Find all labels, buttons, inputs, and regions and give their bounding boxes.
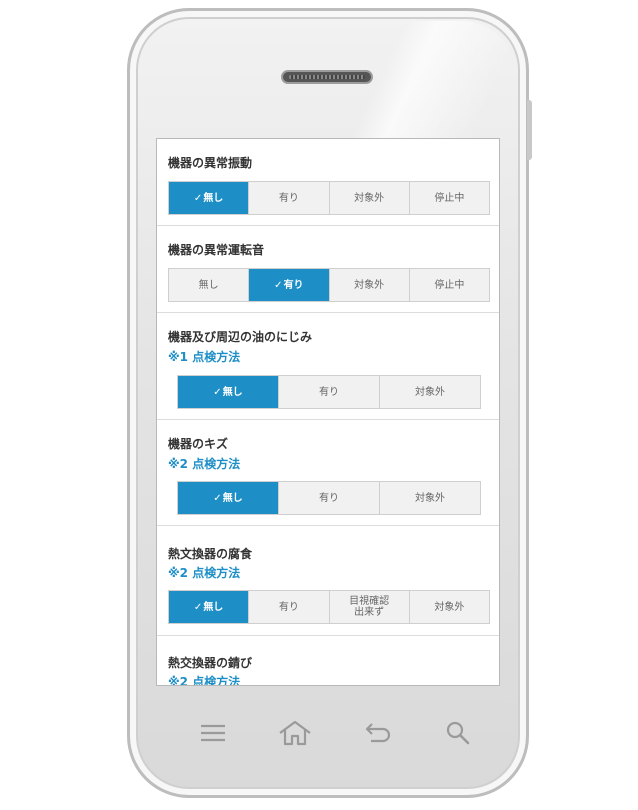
option-yes[interactable]: 有り [249, 182, 330, 214]
option-yes[interactable]: 有り [249, 591, 330, 623]
search-icon[interactable] [444, 718, 472, 748]
check-item-heat-exchanger-corrosion: 熱文換器の腐食 ※2 点検方法 ✓ 無し 有り 目視確認 出来ず 対象外 [157, 526, 499, 636]
option-none[interactable]: ✓ 無し [169, 182, 250, 214]
option-label: 有り [278, 192, 299, 204]
inspection-method-link[interactable]: ※2 点検方法 [168, 564, 240, 581]
item-title: 熱文換器の腐食 [168, 547, 253, 561]
option-label: 有り [319, 492, 339, 504]
check-icon: ✓ [193, 601, 203, 613]
item-title: 機器の異常運転音 [168, 243, 265, 257]
check-icon: ✓ [213, 386, 222, 398]
phone-side-button [527, 100, 532, 160]
item-title: 機器及び周辺の油のにじみ [168, 330, 313, 344]
option-yes[interactable]: 有り [279, 376, 380, 408]
option-label: 対象外 [434, 601, 465, 613]
check-icon: ✓ [193, 192, 203, 204]
option-label: 停止中 [434, 279, 465, 291]
option-label: 有り [319, 386, 339, 398]
option-label: 停止中 [434, 192, 465, 204]
option-cannot-visually-confirm[interactable]: 目視確認 出来ず [330, 591, 410, 623]
option-selector: ✓ 無し 有り 対象外 [177, 375, 481, 409]
inspection-method-link[interactable]: ※1 点検方法 [168, 348, 240, 365]
option-stopped[interactable]: 停止中 [410, 182, 489, 214]
option-not-applicable[interactable]: 対象外 [410, 591, 489, 623]
check-item-scratches: 機器のキズ ※2 点検方法 ✓ 無し 有り 対象外 [157, 420, 499, 526]
option-label: 無し [198, 279, 219, 291]
option-label: 対象外 [415, 492, 445, 504]
option-label-line-2: 出来ず [354, 607, 385, 618]
check-icon: ✓ [274, 279, 283, 291]
item-title: 機器のキズ [168, 437, 229, 451]
option-label: 対象外 [354, 192, 385, 204]
check-icon: ✓ [213, 492, 222, 504]
option-selector: ✓ 無し 有り 対象外 [177, 481, 481, 515]
option-selector: 無し ✓ 有り 対象外 停止中 [168, 268, 490, 302]
option-not-applicable[interactable]: 対象外 [330, 182, 410, 214]
check-item-abnormal-vibration: 機器の異常振動 ✓ 無し 有り 対象外 停止中 [157, 139, 499, 226]
option-label-two-line: 目視確認 出来ず [349, 596, 389, 618]
option-none[interactable]: 無し [169, 269, 250, 301]
option-selector: ✓ 無し 有り 対象外 停止中 [168, 181, 490, 215]
option-not-applicable[interactable]: 対象外 [330, 269, 410, 301]
option-label: 無し [222, 386, 243, 398]
inspection-method-link[interactable]: ※2 点検方法 [168, 455, 240, 472]
check-item-oil-seepage: 機器及び周辺の油のにじみ ※1 点検方法 ✓ 無し 有り 対象外 [157, 313, 499, 420]
phone-speaker [281, 70, 373, 84]
option-none[interactable]: ✓ 無し [169, 591, 250, 623]
option-label: 対象外 [415, 386, 445, 398]
menu-icon[interactable] [198, 718, 228, 748]
option-yes[interactable]: ✓ 有り [249, 269, 330, 301]
option-yes[interactable]: 有り [279, 482, 380, 514]
option-not-applicable[interactable]: 対象外 [380, 482, 480, 514]
option-selector: ✓ 無し 有り 目視確認 出来ず 対象外 [168, 590, 490, 624]
item-title: 熱交換器の錆び [168, 656, 253, 670]
option-label: 有り [278, 601, 299, 613]
option-label-line-1: 目視確認 [349, 596, 390, 607]
option-stopped[interactable]: 停止中 [410, 269, 489, 301]
check-item-heat-exchanger-rust: 熱交換器の錆び ※2 点検方法 [157, 636, 499, 685]
check-item-abnormal-noise: 機器の異常運転音 無し ✓ 有り 対象外 停止中 [157, 226, 499, 313]
inspection-method-link[interactable]: ※2 点検方法 [168, 673, 240, 685]
option-not-applicable[interactable]: 対象外 [380, 376, 480, 408]
app-screen: 機器の異常振動 ✓ 無し 有り 対象外 停止中 機器の異常運転音 無し ✓ 有り 対… [156, 138, 500, 686]
option-label: 無し [222, 492, 243, 504]
back-icon[interactable] [363, 718, 393, 748]
item-title: 機器の異常振動 [168, 156, 253, 170]
option-label: 有り [283, 279, 304, 291]
option-none[interactable]: ✓ 無し [178, 482, 279, 514]
option-label: 無し [203, 192, 224, 204]
home-icon[interactable] [277, 718, 313, 748]
option-label: 無し [203, 601, 224, 613]
option-label: 対象外 [354, 279, 385, 291]
option-none[interactable]: ✓ 無し [178, 376, 279, 408]
